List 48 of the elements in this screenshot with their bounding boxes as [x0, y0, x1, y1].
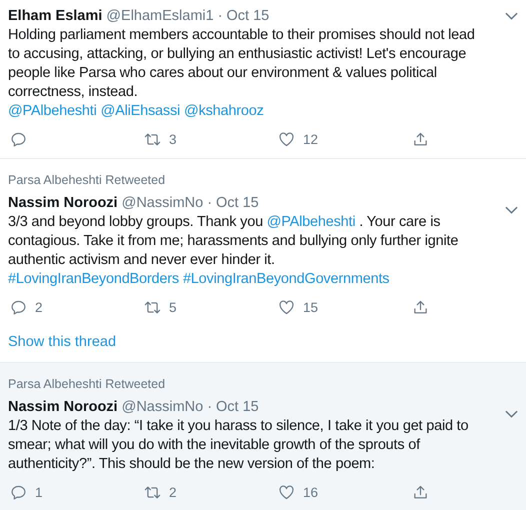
reply-icon[interactable]: [10, 299, 27, 316]
reply-icon[interactable]: [10, 131, 27, 148]
author-name[interactable]: Nassim Noroozi: [8, 397, 118, 417]
tweet-text: 1/3 Note of the day: “I take it you harass to silence, I take it you get paid to smear; what will you do with the inevitable growth of the sprouts of authenticity?”. This should be the new version of the poem:: [8, 417, 470, 474]
tweet-card[interactable]: [0, 363, 526, 510]
retweeted-label: Parsa Albeheshti Retweeted: [8, 377, 166, 391]
heart-icon[interactable]: [278, 299, 295, 316]
retweet-count: 2: [169, 485, 177, 500]
author-handle[interactable]: @NassimNo: [122, 193, 204, 213]
retweet-icon[interactable]: [144, 484, 161, 501]
tweet-link[interactable]: #LovingIranBeyondGovernments: [182, 271, 390, 287]
tweet-link[interactable]: @PAlbeheshti: [266, 214, 356, 230]
tweet-date[interactable]: Oct 15: [216, 397, 259, 417]
show-thread-link[interactable]: Show this thread: [8, 334, 116, 350]
reply-count: 1: [35, 485, 43, 500]
tweet-text: Holding parliament members accountable to their promises should not lead to accusing, attacking, or bullying an enthusiastic activist! Let's encourage people like Parsa who cares about our environment & values political correctness, instead. @PAlbeheshti @AliEhsassi @kshahrooz: [8, 26, 476, 121]
separator-dot: ·: [207, 398, 212, 417]
retweet-count: 5: [169, 300, 177, 315]
author-name[interactable]: Elham Eslami: [8, 6, 102, 26]
chevron-down-icon[interactable]: [505, 206, 518, 214]
reply-icon[interactable]: [10, 484, 27, 501]
chevron-down-icon[interactable]: [505, 410, 518, 418]
tweet-link[interactable]: @kshahrooz: [184, 103, 264, 119]
author-handle[interactable]: @ElhamEslami1: [106, 6, 214, 26]
tweet-link[interactable]: @PAlbeheshti: [8, 103, 97, 119]
chevron-down-icon[interactable]: [505, 12, 518, 20]
heart-icon[interactable]: [278, 131, 295, 148]
retweeted-label: Parsa Albeheshti Retweeted: [8, 173, 166, 187]
like-count: 16: [303, 485, 318, 500]
retweet-count: 3: [169, 132, 177, 147]
retweet-icon[interactable]: [144, 131, 161, 148]
like-count: 15: [303, 300, 318, 315]
author-name[interactable]: Nassim Noroozi: [8, 193, 118, 213]
like-count: 12: [303, 132, 318, 147]
tweet-link[interactable]: @AliEhsassi: [100, 103, 180, 119]
separator-dot: ·: [218, 7, 223, 26]
tweet-date[interactable]: Oct 15: [226, 6, 270, 26]
retweet-icon[interactable]: [144, 299, 161, 316]
tweet-link[interactable]: #LovingIranBeyondBorders: [8, 271, 179, 287]
reply-count: 2: [35, 300, 43, 315]
share-icon[interactable]: [412, 131, 429, 148]
author-handle[interactable]: @NassimNo: [122, 397, 204, 417]
separator-dot: ·: [207, 194, 212, 213]
tweet-text: 3/3 and beyond lobby groups. Thank you @PAlbeheshti . Your care is contagious. Take it from me; harassments and bullying only further ignite authentic activism and never ever hinder it. #LovingIranBeyondBorders #LovingIranBeyondGovernments: [8, 213, 460, 289]
tweet-date[interactable]: Oct 15: [216, 193, 259, 213]
heart-icon[interactable]: [278, 484, 295, 501]
share-icon[interactable]: [412, 484, 429, 501]
share-icon[interactable]: [412, 299, 429, 316]
